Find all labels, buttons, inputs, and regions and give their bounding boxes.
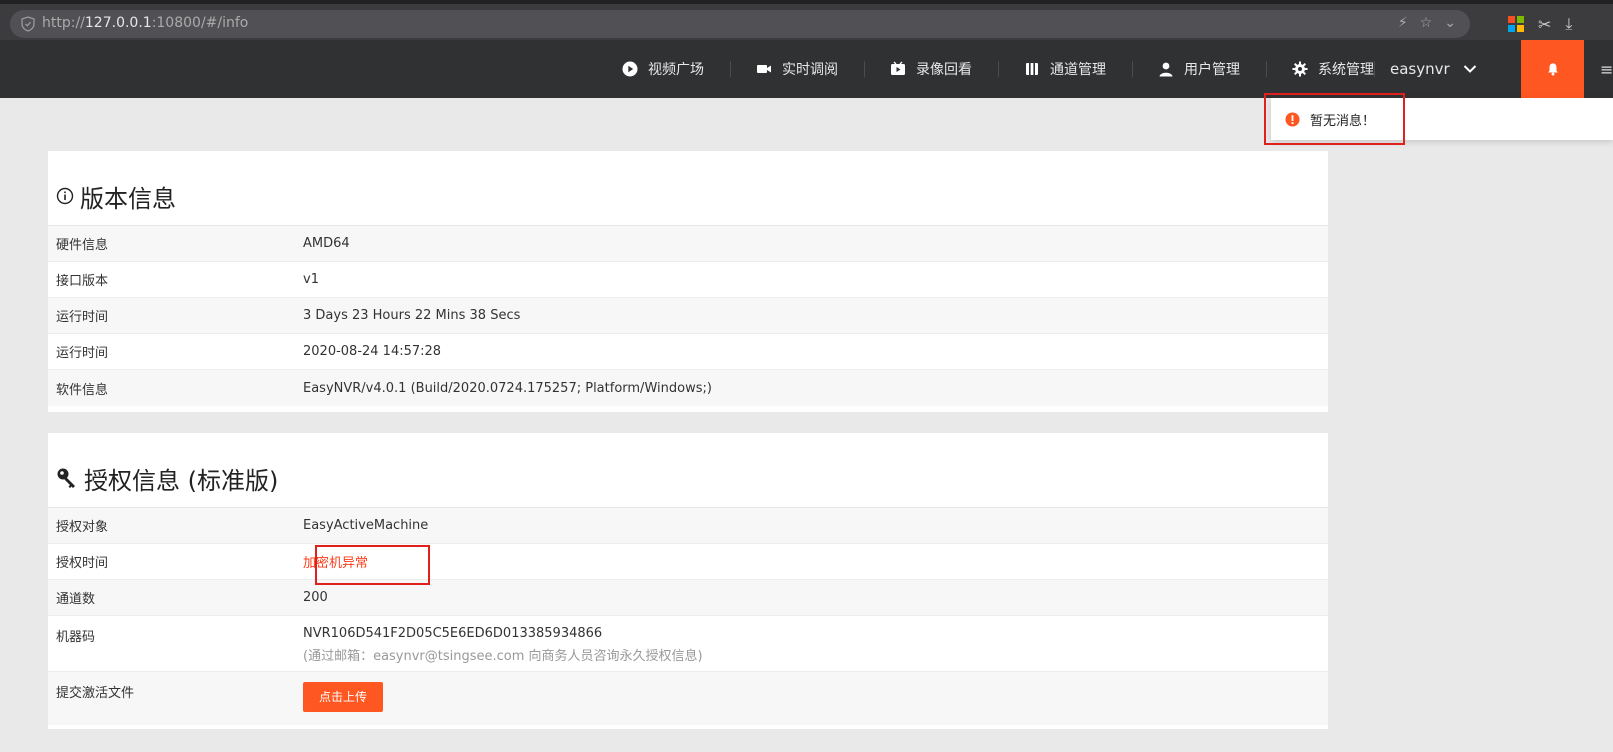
nav-video-square[interactable]: 视频广场 bbox=[622, 40, 730, 98]
machine-code-note: (通过邮箱：easynvr@tsingsee.com 向商务人员咨询永久授权信息… bbox=[303, 649, 703, 664]
row-value: 3 Days 23 Hours 22 Mins 38 Secs bbox=[303, 308, 521, 323]
table-row: 硬件信息 AMD64 bbox=[48, 226, 1328, 262]
download-icon[interactable]: ⤓ bbox=[1565, 14, 1572, 34]
license-status-warning: 加密机异常 bbox=[303, 556, 369, 571]
table-row: 运行时间 2020-08-24 14:57:28 bbox=[48, 334, 1328, 370]
row-value: EasyActiveMachine bbox=[303, 518, 429, 533]
machine-code: NVR106D541F2D05C5E6ED6D013385934866 bbox=[303, 626, 603, 641]
video-camera-icon bbox=[757, 65, 771, 73]
row-key: 接口版本 bbox=[56, 274, 109, 289]
scissors-icon[interactable]: ✂︎ bbox=[1538, 15, 1551, 34]
notification-dropdown: 暂无消息！ bbox=[1271, 98, 1613, 140]
table-row: 运行时间 3 Days 23 Hours 22 Mins 38 Secs bbox=[48, 298, 1328, 334]
bell-icon bbox=[1547, 63, 1558, 76]
user-icon bbox=[1159, 62, 1173, 77]
version-panel: 版本信息 硬件信息 AMD64 接口版本 v1 运行时间 3 Days 23 H… bbox=[48, 151, 1328, 412]
alert-icon bbox=[1285, 111, 1300, 127]
row-key: 机器码 bbox=[56, 630, 96, 645]
panel-title: 版本信息 bbox=[80, 184, 176, 213]
panel-header: 版本信息 bbox=[48, 151, 1328, 226]
star-icon[interactable]: ☆ bbox=[1420, 15, 1433, 31]
apps-icon[interactable] bbox=[1508, 16, 1524, 32]
table-row: 提交激活文件 点击上传 bbox=[48, 672, 1328, 725]
license-table: 授权对象 EasyActiveMachine 授权时间 加密机异常 通道数 20… bbox=[48, 508, 1328, 725]
row-key: 授权时间 bbox=[56, 556, 109, 571]
table-row: 软件信息 EasyNVR/v4.0.1 (Build/2020.0724.175… bbox=[48, 370, 1328, 406]
chevron-down-icon[interactable]: ⌄ bbox=[1444, 15, 1456, 31]
table-row: 机器码 NVR106D541F2D05C5E6ED6D013385934866 … bbox=[48, 616, 1328, 672]
chevron-down-icon bbox=[1463, 65, 1476, 73]
info-icon bbox=[56, 187, 74, 205]
row-key: 软件信息 bbox=[56, 382, 109, 398]
license-panel: 授权信息 (标准版) 授权对象 EasyActiveMachine 授权时间 加… bbox=[48, 433, 1328, 729]
panel-title: 授权信息 (标准版) bbox=[84, 466, 279, 495]
notification-button[interactable] bbox=[1521, 40, 1584, 98]
gear-icon bbox=[1292, 61, 1308, 77]
row-value: 200 bbox=[303, 590, 328, 605]
username: easynvr bbox=[1390, 60, 1450, 78]
url-text: http://127.0.0.1:10800/#/info bbox=[42, 15, 249, 31]
nav-channel-management[interactable]: 通道管理 bbox=[998, 40, 1132, 98]
panel-header: 授权信息 (标准版) bbox=[48, 433, 1328, 508]
row-key: 硬件信息 bbox=[56, 238, 109, 253]
lightning-icon[interactable]: ⚡︎ bbox=[1398, 15, 1408, 31]
row-key: 运行时间 bbox=[56, 310, 109, 325]
more-menu-icon[interactable]: ≡ bbox=[1600, 60, 1613, 79]
browser-toolbar: http://127.0.0.1:10800/#/info ⚡︎ ☆ ⌄ ✂︎ … bbox=[0, 0, 1613, 40]
version-table: 硬件信息 AMD64 接口版本 v1 运行时间 3 Days 23 Hours … bbox=[48, 226, 1328, 406]
nav-label: 用户管理 bbox=[1184, 62, 1240, 78]
row-key: 运行时间 bbox=[56, 346, 109, 361]
machine-code-cell: NVR106D541F2D05C5E6ED6D013385934866 (通过邮… bbox=[303, 626, 1328, 671]
playback-icon bbox=[891, 61, 905, 75]
nav-label: 录像回看 bbox=[916, 62, 972, 78]
row-key: 通道数 bbox=[56, 592, 96, 607]
nav-playback[interactable]: 录像回看 bbox=[864, 40, 998, 98]
table-row: 授权时间 加密机异常 bbox=[48, 544, 1328, 580]
user-menu[interactable]: easynvr bbox=[1374, 40, 1478, 98]
row-value: v1 bbox=[303, 272, 319, 287]
notification-text: 暂无消息！ bbox=[1310, 113, 1376, 129]
row-value: AMD64 bbox=[303, 236, 350, 251]
nav-label: 实时调阅 bbox=[782, 62, 838, 78]
table-row: 通道数 200 bbox=[48, 580, 1328, 616]
nav-label: 系统管理 bbox=[1318, 62, 1374, 78]
key-icon bbox=[56, 467, 78, 489]
upload-cell: 点击上传 bbox=[303, 682, 1328, 725]
table-row: 接口版本 v1 bbox=[48, 262, 1328, 298]
row-key: 授权对象 bbox=[56, 520, 109, 535]
nav-user-management[interactable]: 用户管理 bbox=[1132, 40, 1266, 98]
nav-label: 通道管理 bbox=[1050, 62, 1106, 78]
channel-icon bbox=[1026, 63, 1038, 75]
nav-label: 视频广场 bbox=[648, 62, 704, 78]
nav-system-management[interactable]: 系统管理 bbox=[1266, 40, 1400, 98]
nav-live-view[interactable]: 实时调阅 bbox=[730, 40, 864, 98]
shield-icon bbox=[21, 16, 35, 32]
address-bar[interactable]: http://127.0.0.1:10800/#/info ⚡︎ ☆ ⌄ bbox=[10, 10, 1470, 38]
upload-button[interactable]: 点击上传 bbox=[303, 682, 384, 712]
play-circle-icon bbox=[622, 61, 638, 77]
top-navigation: 视频广场 实时调阅 录像回看 通道管理 用户管理 系统管理 easynvr ≡ bbox=[0, 40, 1613, 98]
row-key: 提交激活文件 bbox=[56, 686, 135, 701]
row-value: 2020-08-24 14:57:28 bbox=[303, 344, 442, 359]
row-value: EasyNVR/v4.0.1 (Build/2020.0724.175257; … bbox=[303, 380, 712, 396]
table-row: 授权对象 EasyActiveMachine bbox=[48, 508, 1328, 544]
